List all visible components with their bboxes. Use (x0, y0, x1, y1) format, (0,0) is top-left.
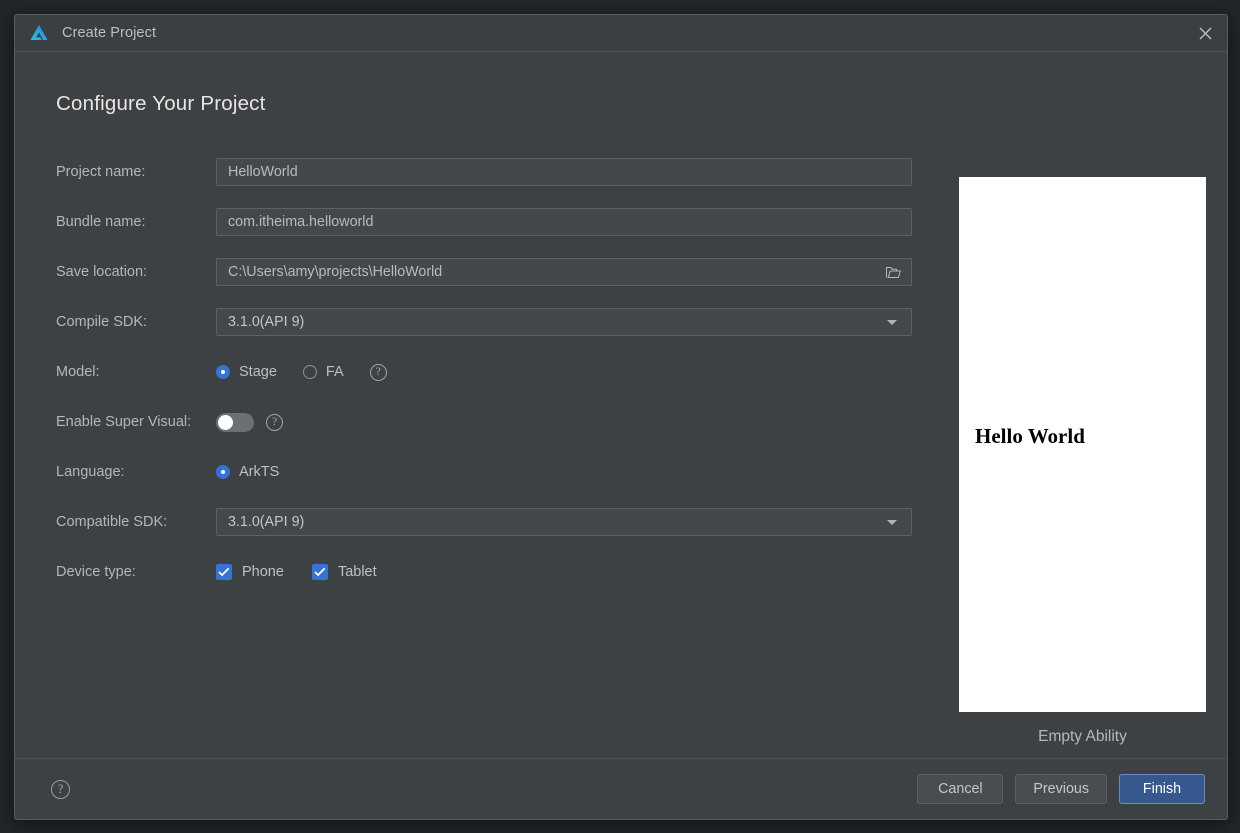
radio-model-stage[interactable]: Stage (216, 364, 277, 380)
save-location-value: C:\Users\amy\projects\HelloWorld (228, 264, 443, 280)
label-save-location: Save location: (56, 264, 148, 280)
dialog-title: Create Project (62, 25, 157, 41)
dialog-footer: ? Cancel Previous Finish (15, 758, 1227, 819)
radio-language-arkts[interactable]: ArkTS (216, 464, 279, 480)
previous-button[interactable]: Previous (1015, 774, 1107, 804)
label-device-type: Device type: (56, 564, 136, 580)
form-row-bundle-name: Bundle name: com.itheima.helloworld (56, 197, 916, 247)
label-bundle-name: Bundle name: (56, 214, 146, 230)
checkbox-device-phone[interactable]: Phone (216, 564, 284, 580)
checkbox-indicator (216, 564, 232, 580)
label-model: Model: (56, 364, 100, 380)
preview-caption: Empty Ability (1038, 728, 1127, 745)
page-title: Configure Your Project (56, 92, 266, 115)
finish-button[interactable]: Finish (1119, 774, 1205, 804)
chevron-down-icon[interactable] (883, 312, 903, 332)
screen-root: Create Project Configure Your Project Pr… (0, 0, 1240, 833)
project-name-value: HelloWorld (228, 164, 298, 180)
save-location-input[interactable]: C:\Users\amy\projects\HelloWorld (216, 258, 912, 286)
form-row-device-type: Device type: Phone Tablet (56, 547, 916, 597)
form-row-compile-sdk: Compile SDK: 3.1.0(API 9) (56, 297, 916, 347)
bundle-name-input[interactable]: com.itheima.helloworld (216, 208, 912, 236)
label-enable-super-visual: Enable Super Visual: (56, 414, 192, 430)
form-row-compatible-sdk: Compatible SDK: 3.1.0(API 9) (56, 497, 916, 547)
checkbox-indicator (311, 564, 328, 580)
radio-indicator (216, 365, 230, 379)
dialog-titlebar: Create Project (15, 15, 1227, 52)
compatible-sdk-select[interactable]: 3.1.0(API 9) (216, 508, 912, 536)
label-project-name: Project name: (56, 164, 146, 180)
radio-indicator (302, 365, 317, 379)
help-icon[interactable]: ? (266, 413, 283, 431)
project-name-input[interactable]: HelloWorld (216, 158, 912, 186)
model-radio-group: Stage FA ? (216, 363, 387, 381)
close-icon[interactable] (1183, 15, 1227, 51)
help-icon[interactable]: ? (51, 779, 70, 799)
form-row-project-name: Project name: HelloWorld (56, 147, 916, 197)
help-icon[interactable]: ? (369, 363, 387, 381)
compatible-sdk-value: 3.1.0(API 9) (228, 514, 305, 530)
preview-screen-text: Hello World (975, 424, 1085, 448)
form-row-model: Model: Stage FA ? (56, 347, 916, 397)
radio-model-stage-label: Stage (239, 364, 277, 380)
form-row-language: Language: ArkTS (56, 447, 916, 497)
label-compatible-sdk: Compatible SDK: (56, 514, 168, 530)
project-config-form: Project name: HelloWorld Bundle name: co… (56, 147, 916, 597)
bundle-name-value: com.itheima.helloworld (228, 214, 374, 230)
checkbox-device-phone-label: Phone (242, 564, 284, 580)
devtools-logo-icon (28, 22, 50, 44)
dialog-body: Configure Your Project Project name: Hel… (15, 52, 1227, 758)
toggle-knob (218, 414, 233, 430)
chevron-down-icon[interactable] (883, 512, 903, 532)
cancel-button[interactable]: Cancel (917, 774, 1004, 804)
compile-sdk-value: 3.1.0(API 9) (228, 314, 305, 330)
radio-model-fa-label: FA (325, 364, 344, 380)
create-project-dialog: Create Project Configure Your Project Pr… (14, 14, 1228, 820)
label-compile-sdk: Compile SDK: (56, 314, 148, 330)
radio-indicator (216, 465, 230, 479)
checkbox-device-tablet-label: Tablet (337, 564, 377, 580)
folder-open-icon[interactable] (883, 262, 903, 282)
preview-canvas: Hello World (959, 177, 1206, 712)
checkbox-device-tablet[interactable]: Tablet (311, 564, 377, 580)
enable-super-visual-toggle[interactable] (216, 412, 254, 432)
radio-language-arkts-label: ArkTS (239, 464, 280, 480)
label-language: Language: (56, 464, 125, 480)
language-radio-group: ArkTS (216, 464, 305, 480)
form-row-save-location: Save location: C:\Users\amy\projects\Hel… (56, 247, 916, 297)
compile-sdk-select[interactable]: 3.1.0(API 9) (216, 308, 912, 336)
radio-model-fa[interactable]: FA (302, 364, 344, 380)
template-preview: Hello World Empty Ability (959, 177, 1206, 746)
form-row-enable-super-visual: Enable Super Visual: ? (56, 397, 916, 447)
